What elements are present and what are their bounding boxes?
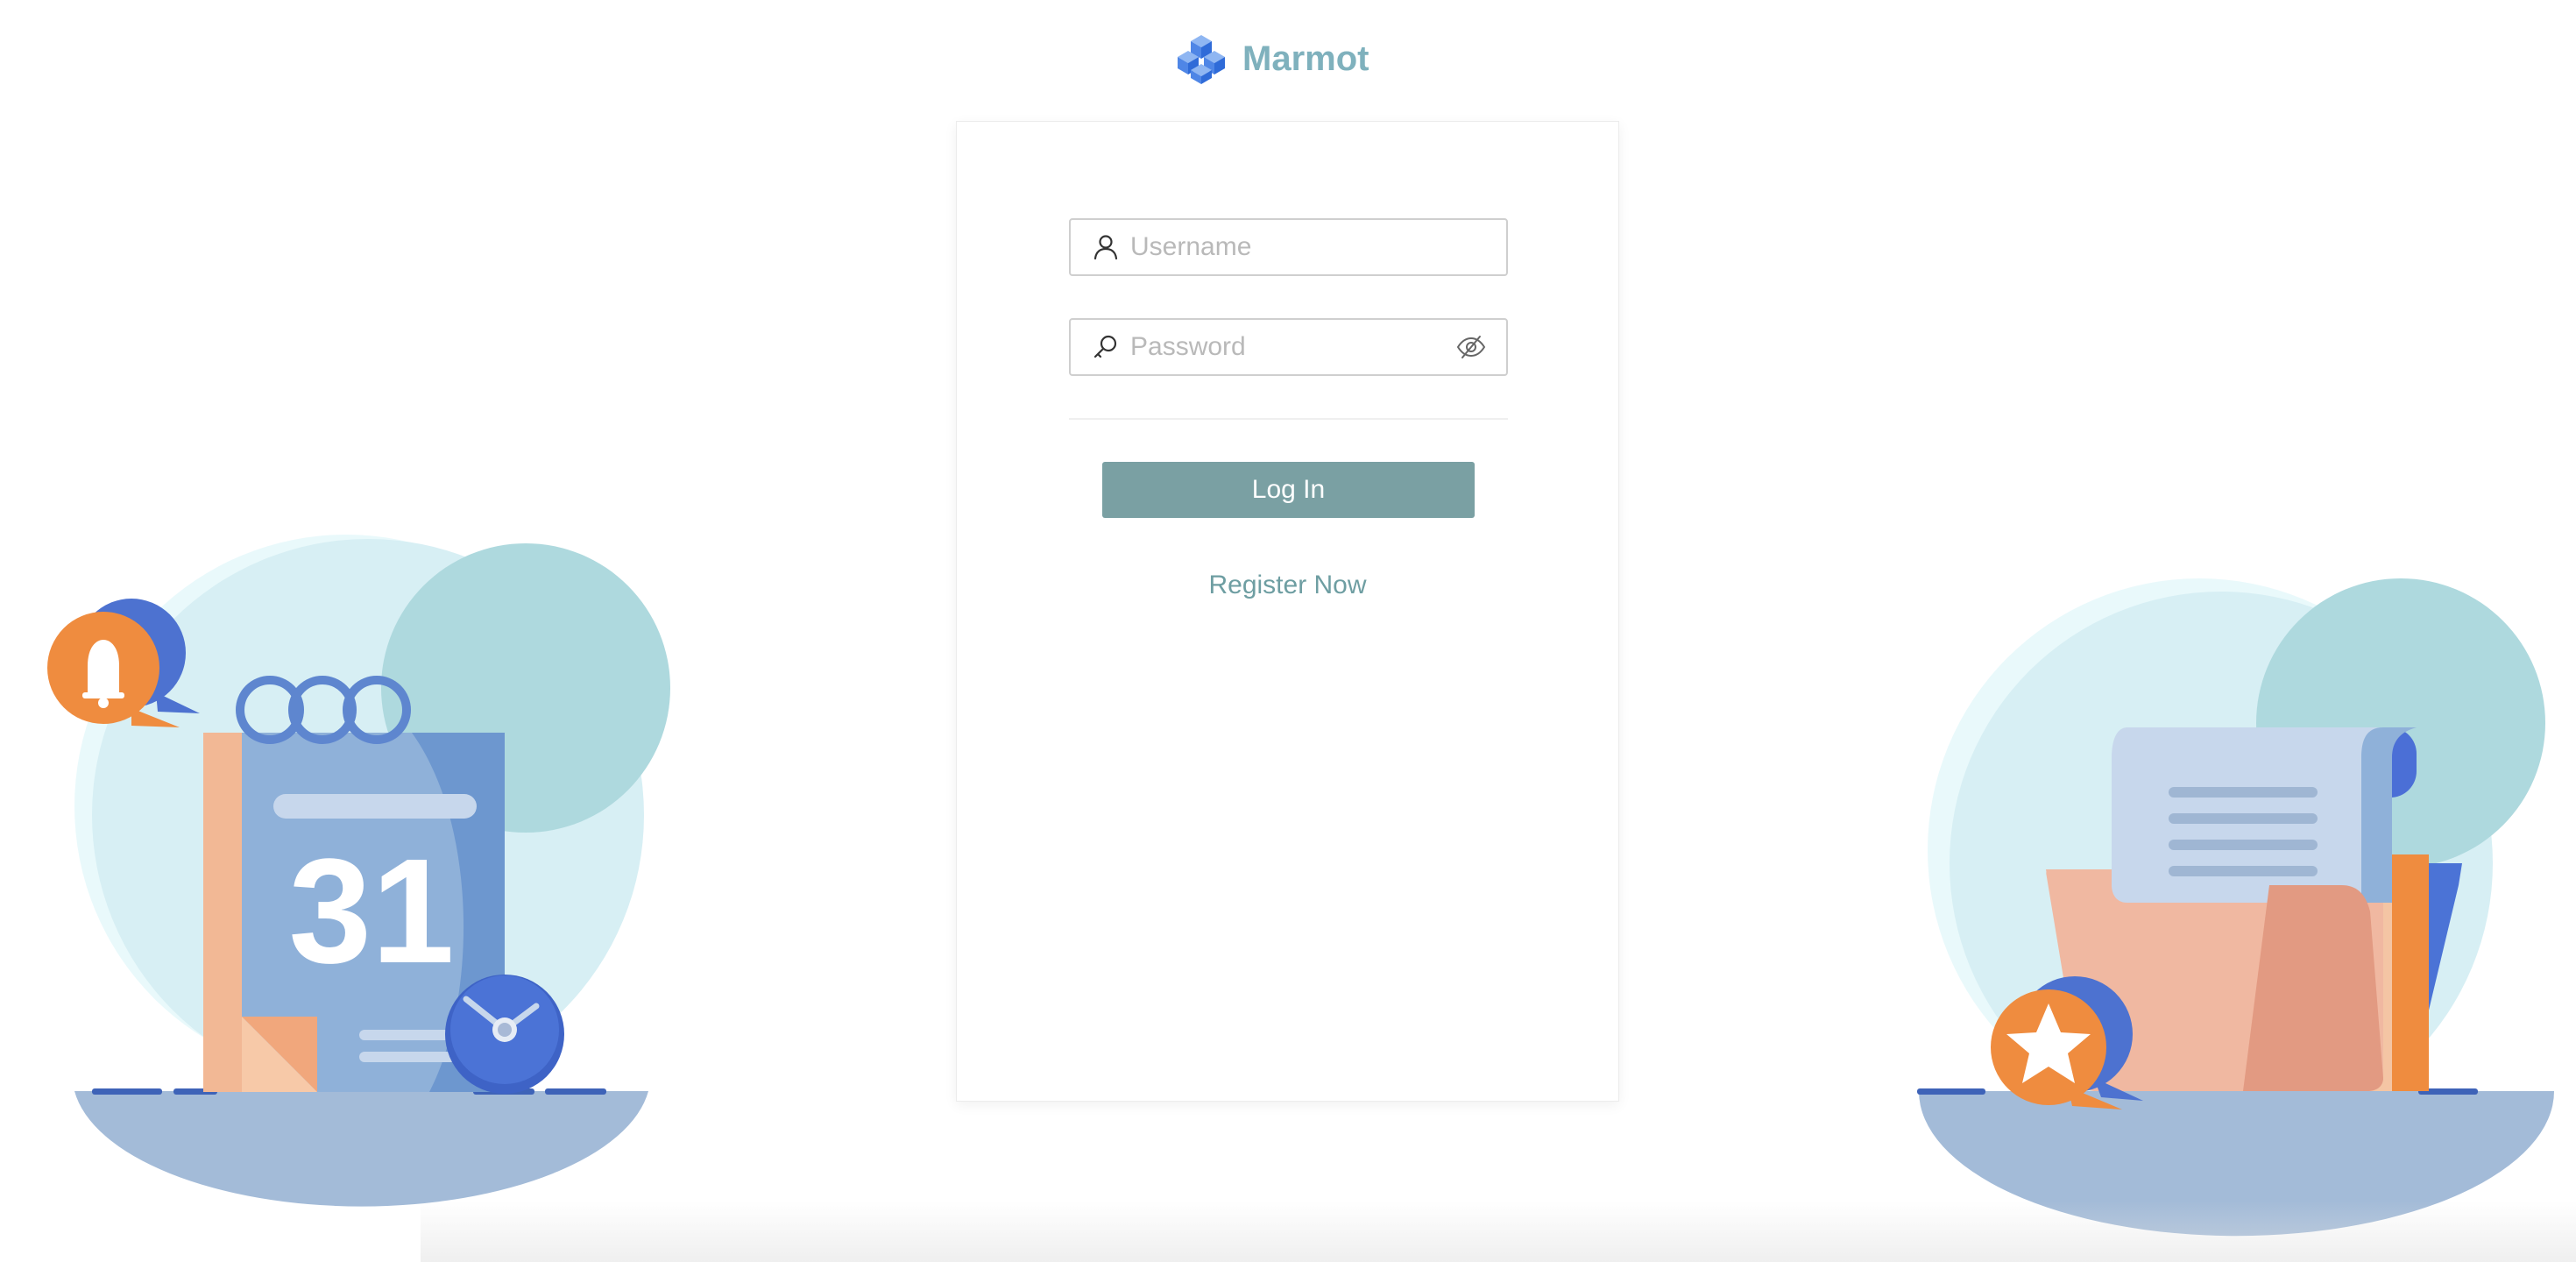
login-button[interactable]: Log In bbox=[1102, 462, 1475, 518]
password-input[interactable] bbox=[1130, 332, 1455, 362]
folder-illustration bbox=[1917, 578, 2554, 1237]
user-icon bbox=[1093, 235, 1118, 260]
brand: Marmot bbox=[1174, 32, 1369, 86]
cube-cluster-icon bbox=[1178, 35, 1225, 84]
calendar-illustration: 31 bbox=[47, 535, 670, 1207]
username-field[interactable] bbox=[1069, 218, 1508, 276]
brand-name: Marmot bbox=[1242, 39, 1369, 78]
document-scroll-icon bbox=[2112, 727, 2417, 903]
username-input[interactable] bbox=[1130, 232, 1506, 262]
form-divider bbox=[1069, 418, 1508, 420]
eye-hidden-icon[interactable] bbox=[1455, 331, 1487, 363]
bottom-shadow bbox=[421, 1201, 2576, 1262]
register-link[interactable]: Register Now bbox=[957, 571, 1618, 600]
login-card: Log In Register Now bbox=[956, 121, 1619, 1102]
calendar-number: 31 bbox=[288, 828, 454, 995]
password-field[interactable] bbox=[1069, 318, 1508, 376]
clock-icon bbox=[445, 975, 564, 1094]
key-icon bbox=[1093, 335, 1117, 358]
